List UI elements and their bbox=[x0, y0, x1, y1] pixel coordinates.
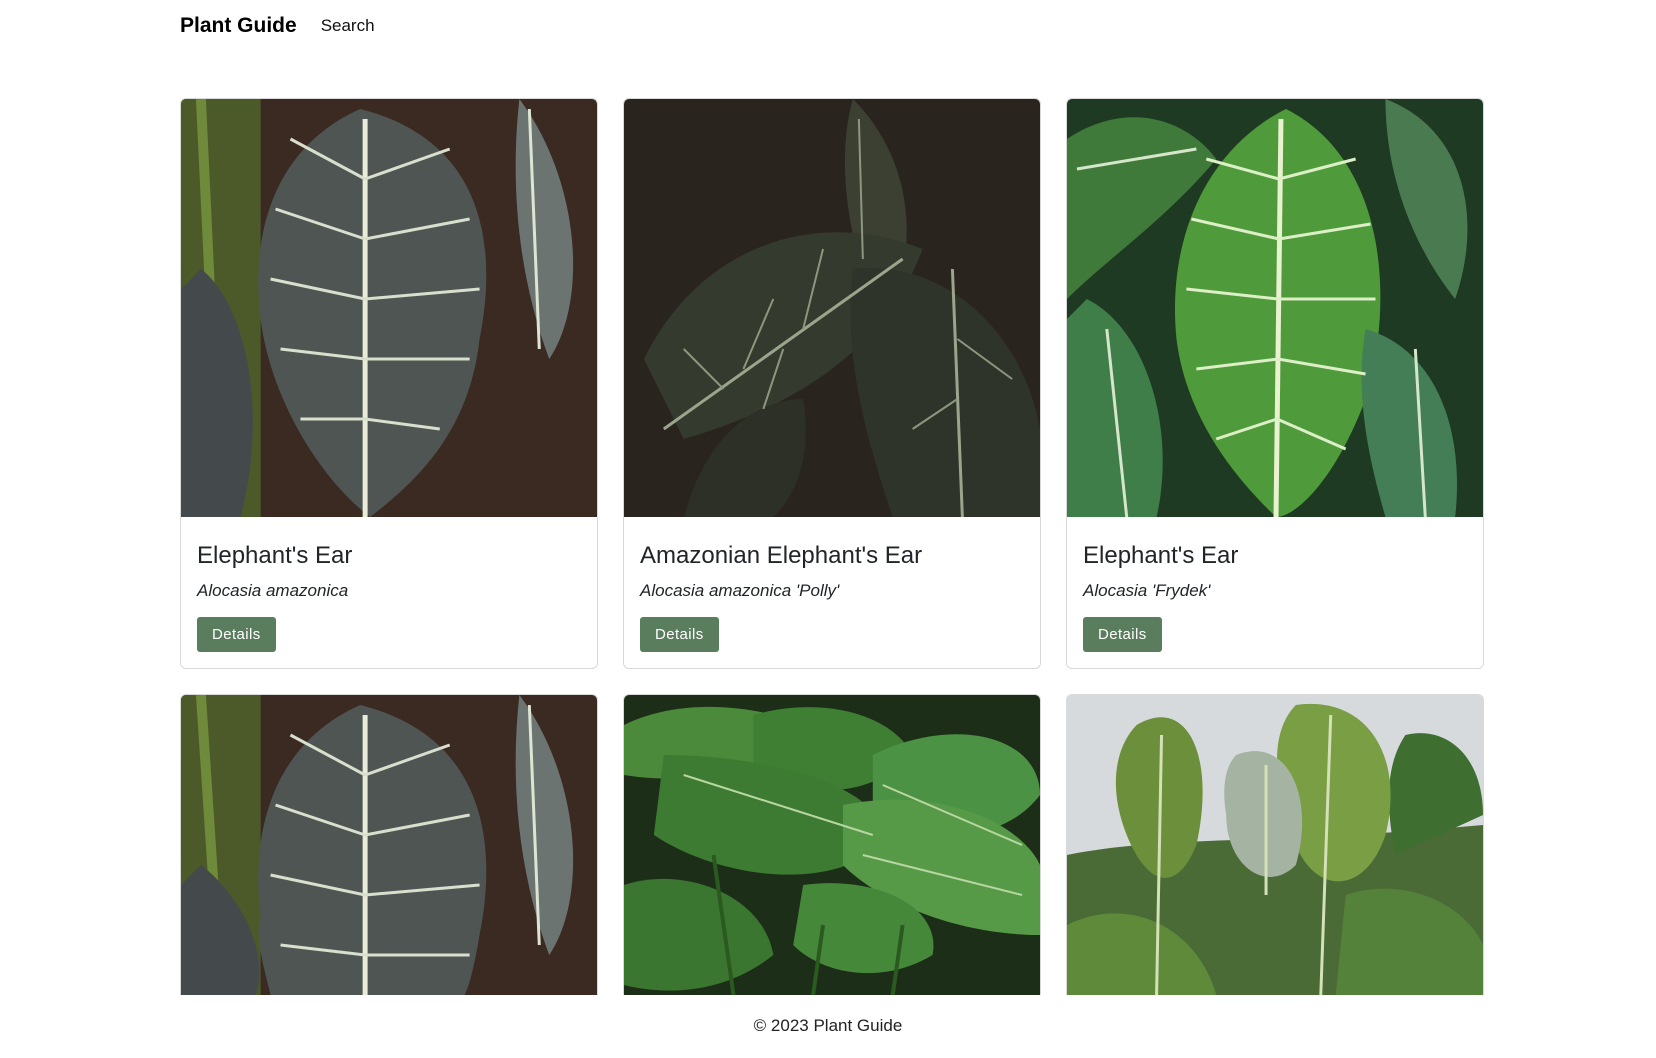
plant-image bbox=[1067, 695, 1483, 996]
card-title: Elephant's Ear bbox=[197, 542, 353, 569]
card-body: Elephant's Ear Alocasia 'Frydek' Details bbox=[1067, 517, 1483, 668]
plant-card bbox=[1066, 694, 1484, 996]
plant-image bbox=[624, 99, 1040, 517]
card-title: Amazonian Elephant's Ear bbox=[640, 542, 923, 569]
card-scientific-name: Alocasia amazonica bbox=[197, 581, 349, 601]
details-button[interactable]: Details bbox=[640, 617, 719, 653]
plant-image bbox=[624, 695, 1040, 996]
card-body: Amazonian Elephant's Ear Alocasia amazon… bbox=[624, 517, 1040, 668]
plant-image bbox=[181, 695, 597, 996]
plant-card bbox=[180, 694, 598, 996]
plant-card: Elephant's Ear Alocasia 'Frydek' Details bbox=[1066, 98, 1484, 670]
brand-link[interactable]: Plant Guide bbox=[180, 14, 297, 38]
footer: © 2023 Plant Guide bbox=[0, 1016, 1656, 1036]
plant-card: Amazonian Elephant's Ear Alocasia amazon… bbox=[623, 98, 1041, 670]
navbar: Plant Guide Search bbox=[180, 10, 375, 42]
footer-copyright: © 2023 Plant Guide bbox=[753, 1016, 903, 1035]
plant-image bbox=[181, 99, 597, 517]
card-title: Elephant's Ear bbox=[1083, 542, 1239, 569]
nav-link-search[interactable]: Search bbox=[321, 16, 375, 36]
plant-card bbox=[623, 694, 1041, 996]
card-scientific-name: Alocasia 'Frydek' bbox=[1083, 581, 1211, 601]
details-button[interactable]: Details bbox=[1083, 617, 1162, 653]
plant-image bbox=[1067, 99, 1483, 517]
plant-card: Elephant's Ear Alocasia amazonica Detail… bbox=[180, 98, 598, 670]
details-button[interactable]: Details bbox=[197, 617, 276, 653]
card-scientific-name: Alocasia amazonica 'Polly' bbox=[640, 581, 840, 601]
card-body: Elephant's Ear Alocasia amazonica Detail… bbox=[181, 517, 597, 668]
plant-grid: Elephant's Ear Alocasia amazonica Detail… bbox=[180, 98, 1484, 996]
